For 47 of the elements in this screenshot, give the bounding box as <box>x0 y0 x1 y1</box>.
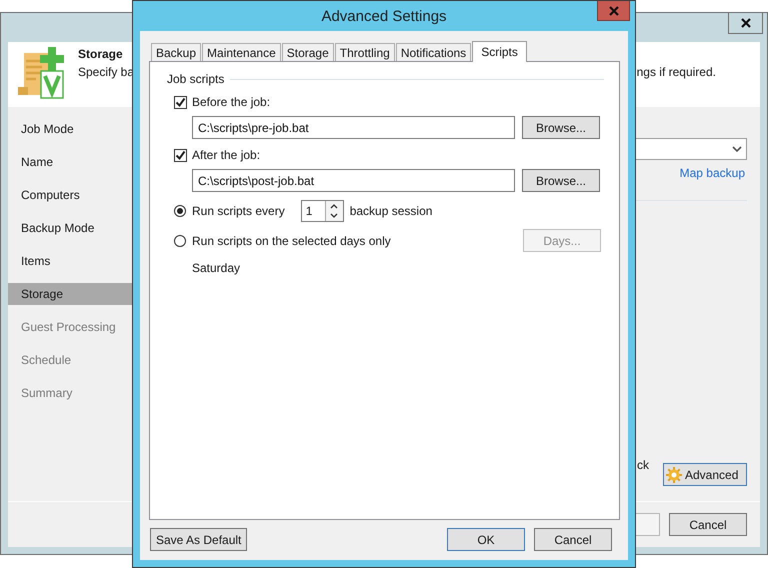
selected-days-text: Saturday <box>192 261 242 275</box>
tab[interactable]: Storage <box>282 43 334 61</box>
checkbox-label: After the job: <box>192 148 260 162</box>
tab[interactable]: Scripts <box>472 41 527 62</box>
suffix-label: backup session <box>350 204 432 218</box>
advanced-button[interactable]: Advanced <box>663 463 747 486</box>
radio-label: Run scripts on the selected days only <box>192 234 391 248</box>
path-field[interactable]: C:\scripts\pre-job.bat <box>192 116 515 139</box>
step-item[interactable]: Backup Mode <box>8 217 132 239</box>
path-field[interactable]: C:\scripts\post-job.bat <box>192 169 515 192</box>
tab[interactable]: Notifications <box>396 43 472 61</box>
number-spinner[interactable]: 1 <box>300 200 344 222</box>
radio-button[interactable] <box>174 204 186 216</box>
map-backup-link[interactable]: Map backup <box>680 166 745 180</box>
cancel-button[interactable]: Cancel <box>669 513 747 536</box>
close-icon <box>740 18 750 28</box>
group-label: Job scripts <box>167 72 224 86</box>
spinner-value: 1 <box>304 202 314 220</box>
cancel-button[interactable]: Cancel <box>534 528 612 551</box>
tab[interactable]: Backup <box>151 43 202 61</box>
close-icon <box>608 6 618 16</box>
step-item[interactable]: Storage <box>8 283 132 305</box>
browse-button[interactable]: Browse... <box>522 116 600 139</box>
checkbox-label: Before the job: <box>192 95 270 109</box>
step-item[interactable]: Computers <box>8 184 132 206</box>
checkbox[interactable] <box>174 148 187 162</box>
save-as-default-button[interactable]: Save As Default <box>150 528 248 551</box>
tab[interactable]: Throttling <box>334 43 395 61</box>
checkmark-icon <box>175 150 186 160</box>
chevron-down-icon <box>732 146 742 152</box>
step-item[interactable]: Job Mode <box>8 118 132 140</box>
page-title: Storage <box>78 47 124 61</box>
arrow-down-icon[interactable] <box>329 210 340 220</box>
radio-label: Run scripts every <box>192 204 285 218</box>
radio-button[interactable] <box>174 234 186 246</box>
step-item[interactable]: Items <box>8 250 132 272</box>
gear-icon <box>666 466 682 482</box>
close-button[interactable] <box>728 13 763 34</box>
checkbox[interactable] <box>174 96 187 108</box>
page-description: ngs if required. <box>636 65 716 79</box>
ok-button[interactable]: OK <box>447 528 525 551</box>
step-item[interactable]: Name <box>8 151 132 173</box>
checkmark-icon <box>175 96 186 108</box>
label-text: ck <box>637 458 649 472</box>
tab[interactable]: Maintenance <box>202 43 281 61</box>
dialog-title: Advanced Settings <box>321 8 447 24</box>
browse-button[interactable]: Browse... <box>522 169 600 192</box>
